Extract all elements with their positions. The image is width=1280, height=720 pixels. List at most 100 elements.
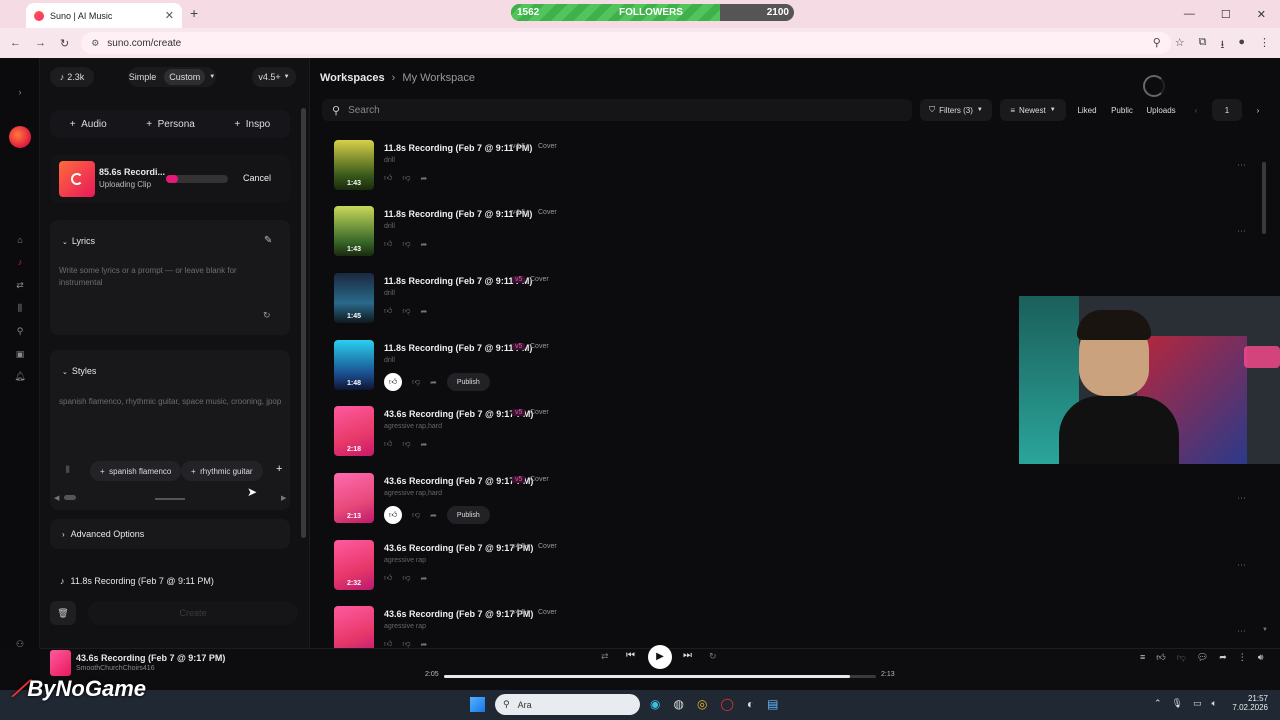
add-persona-button[interactable]: + Persona bbox=[146, 119, 195, 130]
cancel-upload-button[interactable]: Cancel bbox=[243, 173, 271, 183]
song-title[interactable]: 43.6s Recording (Feb 7 @ 9:17 PM) bbox=[384, 476, 533, 486]
scroll-right-icon[interactable]: ▶ bbox=[281, 494, 286, 502]
like-icon[interactable]: 👍︎ bbox=[384, 173, 392, 183]
tray-chevron-icon[interactable]: ⌃ bbox=[1154, 698, 1162, 709]
song-cover[interactable]: 1:43 bbox=[334, 140, 374, 190]
browser-tab[interactable]: Suno | AI Music ✕ bbox=[26, 3, 182, 28]
share-icon[interactable]: ➦ bbox=[430, 511, 437, 520]
song-title[interactable]: 11.8s Recording (Feb 7 @ 9:11 PM) bbox=[384, 143, 532, 153]
zoom-icon[interactable]: ⚲ bbox=[1153, 36, 1161, 55]
dislike-icon[interactable]: 👎︎ bbox=[402, 239, 410, 249]
search-input[interactable]: ⚲ Search bbox=[322, 99, 912, 121]
forward-icon[interactable]: → bbox=[35, 37, 46, 50]
taskbar-search[interactable]: ⚲ Ara bbox=[495, 694, 640, 715]
add-style-icon[interactable]: + bbox=[276, 463, 282, 475]
extensions-icon[interactable]: ⧉ bbox=[1199, 36, 1207, 55]
next-page-icon[interactable]: › bbox=[1250, 99, 1266, 121]
dislike-icon[interactable]: 👎︎ bbox=[402, 573, 410, 583]
create-icon[interactable]: ♪ bbox=[14, 256, 26, 268]
close-window-icon[interactable]: ✕ bbox=[1257, 8, 1266, 21]
more-options-icon[interactable]: ⋯ bbox=[1237, 493, 1246, 504]
share-icon[interactable]: ➦ bbox=[1219, 652, 1227, 663]
song-cover[interactable]: 1:48 bbox=[334, 340, 374, 390]
download-icon[interactable]: ⭳ bbox=[1220, 36, 1224, 55]
next-track-icon[interactable]: ⏭ bbox=[683, 650, 692, 661]
volume-tray-icon[interactable]: 🔈︎ bbox=[1212, 698, 1217, 709]
song-row[interactable]: 1:43 11.8s Recording (Feb 7 @ 9:11 PM) v4.… bbox=[334, 206, 1254, 258]
volume-icon[interactable]: 🔊︎ bbox=[1258, 652, 1264, 663]
lyrics-toggle[interactable]: ⌄ Lyrics bbox=[62, 236, 95, 246]
styles-textarea[interactable]: spanish flamenco, rhythmic guitar, space… bbox=[59, 397, 287, 406]
now-playing-title[interactable]: 43.6s Recording (Feb 7 @ 9:17 PM) bbox=[76, 653, 225, 663]
style-tag[interactable]: + rhythmic guitar bbox=[181, 461, 263, 481]
add-audio-button[interactable]: + Audio bbox=[70, 119, 107, 130]
share-icon[interactable]: ➦ bbox=[421, 307, 428, 316]
home-icon[interactable]: ⌂ bbox=[14, 234, 26, 246]
steam-icon[interactable]: ◍ bbox=[673, 697, 683, 711]
styles-toggle[interactable]: ⌄ Styles bbox=[62, 366, 96, 376]
song-title[interactable]: 11.8s Recording (Feb 7 @ 9:11 PM) bbox=[384, 209, 532, 219]
publish-button[interactable]: Publish bbox=[446, 373, 490, 391]
share-icon[interactable]: ➦ bbox=[421, 174, 428, 183]
network-icon[interactable]: ▭ bbox=[1193, 698, 1202, 709]
sort-button[interactable]: ≡ Newest ▼ bbox=[1000, 99, 1066, 121]
like-icon[interactable]: 👍︎ bbox=[384, 239, 392, 249]
song-row[interactable]: 2:32 43.6s Recording (Feb 7 @ 9:17 PM) v4.… bbox=[334, 540, 1254, 592]
breadcrumb-workspaces[interactable]: Workspaces bbox=[320, 72, 385, 84]
song-cover[interactable]: 2:32 bbox=[334, 540, 374, 590]
song-cover[interactable]: 1:43 bbox=[334, 206, 374, 256]
prev-page-icon[interactable]: ‹ bbox=[1188, 99, 1204, 121]
like-icon[interactable]: 👍︎ bbox=[384, 506, 402, 524]
like-icon[interactable]: 👍︎ bbox=[384, 439, 392, 449]
opera-icon[interactable]: ◯ bbox=[720, 697, 733, 711]
filters-button[interactable]: ⛉ Filters (3) ▼ bbox=[920, 99, 992, 121]
song-title[interactable]: 43.6s Recording (Feb 7 @ 9:17 PM) bbox=[384, 609, 533, 619]
song-cover[interactable]: 2:18 bbox=[334, 406, 374, 456]
more-options-icon[interactable]: ⋯ bbox=[1237, 560, 1246, 571]
bookmark-star-icon[interactable]: ☆ bbox=[1175, 36, 1185, 55]
song-title[interactable]: 43.6s Recording (Feb 7 @ 9:17 PM) bbox=[384, 409, 533, 419]
notifications-icon[interactable]: 🔔︎ bbox=[14, 370, 26, 382]
magic-wand-icon[interactable]: ✎ bbox=[264, 235, 272, 246]
song-cover[interactable]: 1:45 bbox=[334, 273, 374, 323]
scroll-left-icon[interactable]: ◀ bbox=[54, 494, 59, 502]
notepad-icon[interactable]: ▤ bbox=[767, 697, 778, 711]
now-playing-cover[interactable] bbox=[50, 650, 71, 676]
more-options-icon[interactable]: ⋮ bbox=[1238, 652, 1247, 663]
list-scrollbar-thumb[interactable] bbox=[1262, 162, 1266, 234]
model-select[interactable]: v4.5+ ▼ bbox=[252, 67, 296, 87]
edge-icon[interactable]: ◉ bbox=[650, 697, 660, 711]
liked-filter[interactable]: Liked bbox=[1074, 99, 1100, 121]
like-icon[interactable]: 👍︎ bbox=[384, 306, 392, 316]
credits-badge[interactable]: ♪ 2.3k bbox=[50, 67, 94, 87]
like-icon[interactable]: 👍︎ bbox=[384, 373, 402, 391]
like-icon[interactable]: 👍︎ bbox=[384, 573, 392, 583]
library-icon[interactable]: ⫼ bbox=[66, 465, 70, 475]
playback-progress[interactable] bbox=[444, 675, 876, 678]
song-title[interactable]: 11.8s Recording (Feb 7 @ 9:11 PM) bbox=[384, 276, 532, 286]
close-tab-icon[interactable]: ✕ bbox=[165, 9, 174, 22]
chrome-icon[interactable]: ◎ bbox=[697, 697, 707, 711]
new-tab-icon[interactable]: + bbox=[190, 5, 198, 21]
tags-scrollbar-thumb[interactable] bbox=[64, 495, 76, 500]
dislike-icon[interactable]: 👎︎ bbox=[402, 439, 410, 449]
dislike-icon[interactable]: 👎︎ bbox=[402, 306, 410, 316]
scroll-down-icon[interactable]: ▼ bbox=[1262, 627, 1268, 633]
selected-song[interactable]: ♪ 11.8s Recording (Feb 7 @ 9:11 PM) bbox=[60, 576, 214, 586]
repeat-icon[interactable]: ↻ bbox=[709, 651, 717, 662]
back-icon[interactable]: ← bbox=[10, 37, 21, 50]
create-button[interactable]: Create bbox=[88, 601, 298, 625]
maximize-icon[interactable]: ☐ bbox=[1221, 8, 1231, 21]
site-info-icon[interactable]: ⚙ bbox=[91, 38, 99, 49]
queue-icon[interactable]: ≡ bbox=[1140, 652, 1145, 663]
song-title[interactable]: 43.6s Recording (Feb 7 @ 9:17 PM) bbox=[384, 543, 533, 553]
refresh-icon[interactable]: ↻ bbox=[263, 310, 271, 321]
play-button[interactable]: ▶ bbox=[648, 645, 672, 669]
browser-menu-icon[interactable]: ⋮ bbox=[1259, 36, 1270, 55]
share-icon[interactable]: ➦ bbox=[421, 440, 428, 449]
profile-avatar[interactable]: ● bbox=[1238, 36, 1245, 55]
account-icon[interactable]: ⚇ bbox=[14, 638, 26, 650]
lyrics-textarea[interactable]: Write some lyrics or a prompt — or leave… bbox=[59, 265, 259, 289]
search-rail-icon[interactable]: ⚲ bbox=[14, 325, 26, 337]
minimize-icon[interactable]: — bbox=[1184, 8, 1195, 20]
